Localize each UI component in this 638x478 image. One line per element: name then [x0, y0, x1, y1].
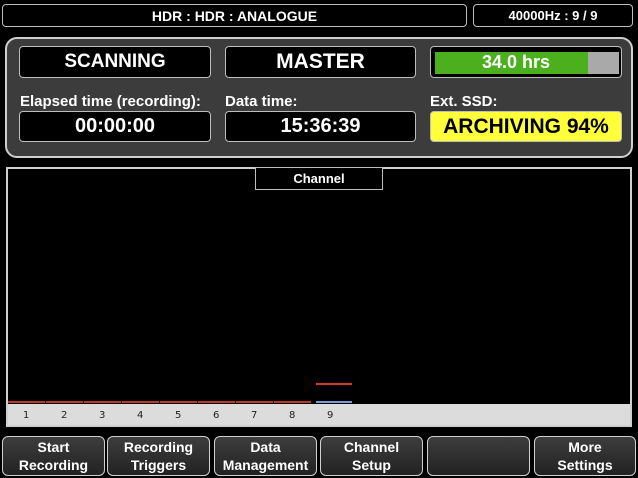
softkey-label-line2: Triggers	[130, 457, 187, 473]
channel-tick-label: 8	[289, 410, 296, 421]
softkey-label-line1: Recording	[123, 439, 194, 455]
channel-tick-label: 6	[213, 410, 220, 421]
channel-tick-label: 5	[175, 410, 182, 421]
channel-chart-area[interactable]	[6, 167, 632, 427]
softkey-label: Recording Triggers	[124, 438, 193, 474]
softkey-label-line2: Management	[222, 457, 309, 473]
elapsed-time-value: 00:00:00	[19, 111, 211, 142]
channel-bar-9[interactable]	[316, 383, 352, 385]
data-time-value: 15:36:39	[225, 111, 416, 142]
scan-state-indicator: SCANNING	[19, 46, 211, 78]
softkey-label: More Settings	[557, 438, 612, 474]
channel-tick-label: 4	[137, 410, 144, 421]
channel-bar-4[interactable]	[122, 401, 159, 403]
softkey-2[interactable]: Recording Triggers	[107, 436, 210, 476]
instrument-title: HDR : HDR : ANALOGUE	[2, 4, 467, 27]
chart-title: Channel	[255, 167, 383, 190]
softkey-3[interactable]: Data Management	[214, 436, 317, 476]
channel-bar-5[interactable]	[160, 401, 197, 403]
softkey-6[interactable]: More Settings	[534, 436, 636, 476]
softkey-label-line2: Setup	[352, 457, 391, 473]
hours-text: 34.0 hrs	[481, 51, 551, 72]
softkey-label-line1: Data	[250, 439, 281, 455]
ssd-archiving-status: ARCHIVING 94%	[430, 111, 622, 142]
softkey-label: Data Management	[223, 438, 309, 474]
channel-tick-label: 7	[251, 410, 258, 421]
hours-bar-remaining	[588, 52, 619, 74]
softkey-5[interactable]	[427, 436, 530, 476]
data-time-label: Data time:	[225, 93, 298, 110]
channel-tick-label: 9	[327, 410, 334, 421]
softkey-label-line1: Start	[37, 439, 70, 455]
softkey-label: Channel Setup	[344, 438, 399, 474]
elapsed-time-label: Elapsed time (recording):	[20, 93, 201, 110]
softkey-label-line1: Channel	[343, 439, 400, 455]
sample-rate-readout: 40000Hz : 9 / 9	[473, 4, 633, 27]
softkey-label-line2: Settings	[557, 457, 613, 473]
ext-ssd-label: Ext. SSD:	[430, 93, 498, 110]
channel-bar-1[interactable]	[8, 401, 45, 403]
softkey-label-line1: More	[568, 439, 602, 455]
softkey-4[interactable]: Channel Setup	[320, 436, 423, 476]
softkey-1[interactable]: Start Recording	[2, 436, 105, 476]
remaining-hours-bar: 34.0 hrs	[430, 46, 622, 78]
channel-tick-label: 1	[23, 410, 30, 421]
softkey-label-line2: Recording	[18, 457, 89, 473]
channel-tick-label: 3	[99, 410, 106, 421]
channel-tick-label: 2	[61, 410, 68, 421]
channel-bar-3[interactable]	[84, 401, 121, 403]
channel-selected-underline	[316, 401, 352, 403]
channel-bar-7[interactable]	[236, 401, 273, 403]
channel-bar-8[interactable]	[274, 401, 311, 403]
sync-mode-indicator: MASTER	[225, 46, 416, 78]
channel-bar-2[interactable]	[46, 401, 83, 403]
channel-bar-6[interactable]	[198, 401, 235, 403]
softkey-label: Start Recording	[19, 438, 88, 474]
